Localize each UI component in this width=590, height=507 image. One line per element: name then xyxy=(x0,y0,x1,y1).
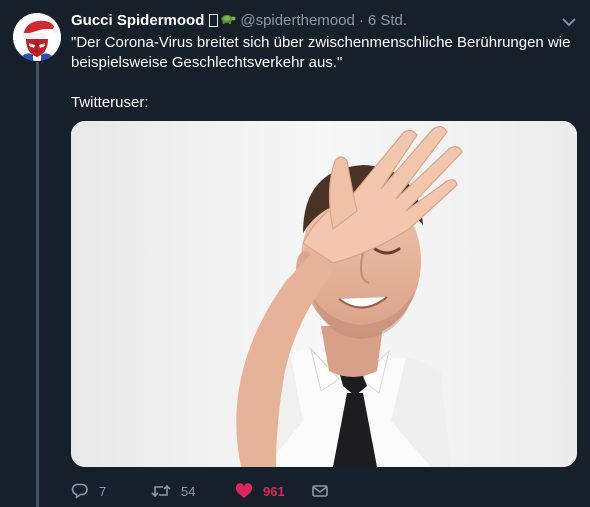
retweet-icon xyxy=(151,484,171,498)
header-separator: · xyxy=(358,11,364,29)
unsupported-emoji-icon xyxy=(209,13,219,27)
more-options-button[interactable] xyxy=(560,13,578,31)
photo-facepalm-man xyxy=(71,121,577,467)
chevron-down-icon xyxy=(562,18,576,26)
heart-icon xyxy=(235,483,253,498)
avatar-image xyxy=(13,13,61,61)
share-button[interactable] xyxy=(311,482,329,500)
timestamp[interactable]: 6 Std. xyxy=(368,12,407,29)
turtle-icon xyxy=(220,12,236,29)
tweet-text-quote: "Der Corona-Virus breitet sich über zwis… xyxy=(71,34,571,71)
like-count: 961 xyxy=(263,483,285,499)
display-name[interactable]: Gucci Spidermood xyxy=(71,12,204,29)
reply-count: 7 xyxy=(99,483,107,499)
reply-icon xyxy=(71,483,88,499)
avatar[interactable] xyxy=(13,13,61,61)
retweet-count: 54 xyxy=(181,483,196,499)
tweet-photo[interactable] xyxy=(71,121,577,467)
mail-icon xyxy=(312,485,328,497)
retweet-button[interactable]: 54 xyxy=(151,482,235,500)
tweet-actions: 7 54 961 xyxy=(71,480,329,502)
tweet-text: "Der Corona-Virus breitet sich über zwis… xyxy=(71,33,571,113)
like-button[interactable]: 961 xyxy=(235,482,311,500)
tweet-text-caption: Twitteruser: xyxy=(71,94,149,111)
tweet[interactable]: Gucci Spidermood @spiderthemood · 6 Std.… xyxy=(0,0,590,507)
user-handle[interactable]: @spiderthemood xyxy=(240,12,354,29)
thread-line xyxy=(36,62,39,507)
reply-button[interactable]: 7 xyxy=(71,482,151,500)
tweet-header: Gucci Spidermood @spiderthemood · 6 Std. xyxy=(71,10,407,30)
